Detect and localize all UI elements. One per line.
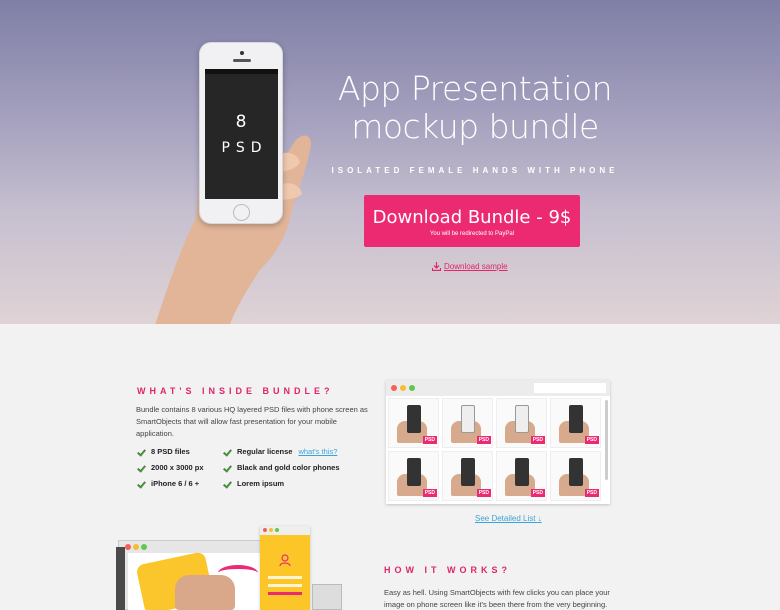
download-bundle-button[interactable]: Download Bundle - 9$ You will be redirec… <box>364 195 580 247</box>
psd-badge: PSD <box>422 489 437 497</box>
curved-arrow-icon <box>218 565 258 581</box>
feature-label: iPhone 6 / 6 + <box>151 479 200 488</box>
check-icon <box>223 480 231 488</box>
tools-panel <box>116 547 125 610</box>
how-heading: HOW IT WORKS? <box>384 565 511 575</box>
search-input[interactable] <box>534 383 606 393</box>
app-screenshot <box>260 526 310 610</box>
phone-mockup: 8 PSD <box>199 42 283 224</box>
psd-badge: PSD <box>476 489 491 497</box>
browser-bar <box>386 380 610 396</box>
download-icon <box>432 262 441 271</box>
maximize-dot-icon <box>141 544 147 550</box>
check-icon <box>223 464 231 472</box>
hero-section: 8 PSD App Presentation mockup bundle ISO… <box>0 0 780 324</box>
psd-thumbnail[interactable]: PSD <box>550 398 601 448</box>
camera-icon <box>240 51 244 55</box>
how-description: Easy as hell. Using SmartObjects with fe… <box>384 588 610 609</box>
check-icon <box>137 448 145 456</box>
status-bar <box>205 69 278 74</box>
feature-label: Lorem ipsum <box>237 479 285 488</box>
input-line <box>268 584 302 587</box>
psd-thumbnail[interactable]: PSD <box>550 451 601 501</box>
psd-badge: PSD <box>422 436 437 444</box>
thumbnail-grid: PSD PSD PSD PSD PSD PSD PSD PSD <box>388 398 602 501</box>
feature-item: 2000 x 3000 px <box>137 463 204 472</box>
minimize-dot-icon <box>269 528 273 532</box>
feature-item: iPhone 6 / 6 + <box>137 479 199 488</box>
psd-thumbnail[interactable]: PSD <box>496 398 547 448</box>
arrow-down-icon: ↓ <box>537 514 542 523</box>
psd-badge: PSD <box>584 489 599 497</box>
see-detailed-list-link[interactable]: See Detailed List ↓ <box>475 514 542 523</box>
window-bar <box>260 526 310 535</box>
feature-label: 2000 x 3000 px <box>151 463 204 472</box>
speaker-icon <box>233 59 251 62</box>
psd-thumbnail[interactable]: PSD <box>388 451 439 501</box>
psd-thumbnail[interactable]: PSD <box>442 451 493 501</box>
close-dot-icon <box>125 544 131 550</box>
psd-badge: PSD <box>476 436 491 444</box>
title-line-2: mockup bundle <box>351 107 599 146</box>
phone-screen-text: PSD <box>221 140 268 156</box>
layers-panel <box>312 584 342 610</box>
close-dot-icon <box>263 528 267 532</box>
check-icon <box>137 464 145 472</box>
inside-description: Bundle contains 8 various HQ layered PSD… <box>136 405 368 438</box>
phone-screen: 8 PSD <box>205 69 278 199</box>
page-title: App Presentation mockup bundle <box>330 70 620 146</box>
home-button-icon <box>233 204 250 221</box>
psd-badge: PSD <box>584 436 599 444</box>
scrollbar[interactable] <box>605 400 608 480</box>
feature-label: 8 PSD files <box>151 447 190 456</box>
feature-item: Regular license what's this? <box>223 447 337 456</box>
phone-screen-number: 8 <box>235 112 248 132</box>
inside-heading: WHAT'S INSIDE BUNDLE? <box>137 386 334 396</box>
psd-thumbnail[interactable]: PSD <box>496 451 547 501</box>
download-sample-label: Download sample <box>444 262 508 271</box>
close-dot-icon <box>391 385 397 391</box>
feature-label: Black and gold color phones <box>237 463 340 472</box>
psd-badge: PSD <box>530 489 545 497</box>
input-line <box>268 576 302 579</box>
bundle-gallery: PSD PSD PSD PSD PSD PSD PSD PSD <box>386 380 610 504</box>
feature-item: 8 PSD files <box>137 447 190 456</box>
login-button <box>268 592 302 595</box>
see-list-label: See Detailed List <box>475 514 536 523</box>
psd-thumbnail[interactable]: PSD <box>442 398 493 448</box>
check-icon <box>137 480 145 488</box>
check-icon <box>223 448 231 456</box>
psd-badge: PSD <box>530 436 545 444</box>
minimize-dot-icon <box>133 544 139 550</box>
feature-item: Black and gold color phones <box>223 463 340 472</box>
minimize-dot-icon <box>400 385 406 391</box>
maximize-dot-icon <box>275 528 279 532</box>
title-line-1: App Presentation <box>337 69 613 108</box>
feature-label: Regular license <box>237 447 293 456</box>
download-button-note: You will be redirected to PayPal <box>429 231 515 237</box>
license-info-link[interactable]: what's this? <box>298 447 337 456</box>
maximize-dot-icon <box>409 385 415 391</box>
feature-item: Lorem ipsum <box>223 479 284 488</box>
user-icon <box>279 554 291 566</box>
download-sample-link[interactable]: Download sample <box>432 262 508 271</box>
page-subtitle: ISOLATED FEMALE HANDS WITH PHONE <box>331 166 619 175</box>
download-button-label: Download Bundle - 9$ <box>372 207 572 228</box>
psd-thumbnail[interactable]: PSD <box>388 398 439 448</box>
